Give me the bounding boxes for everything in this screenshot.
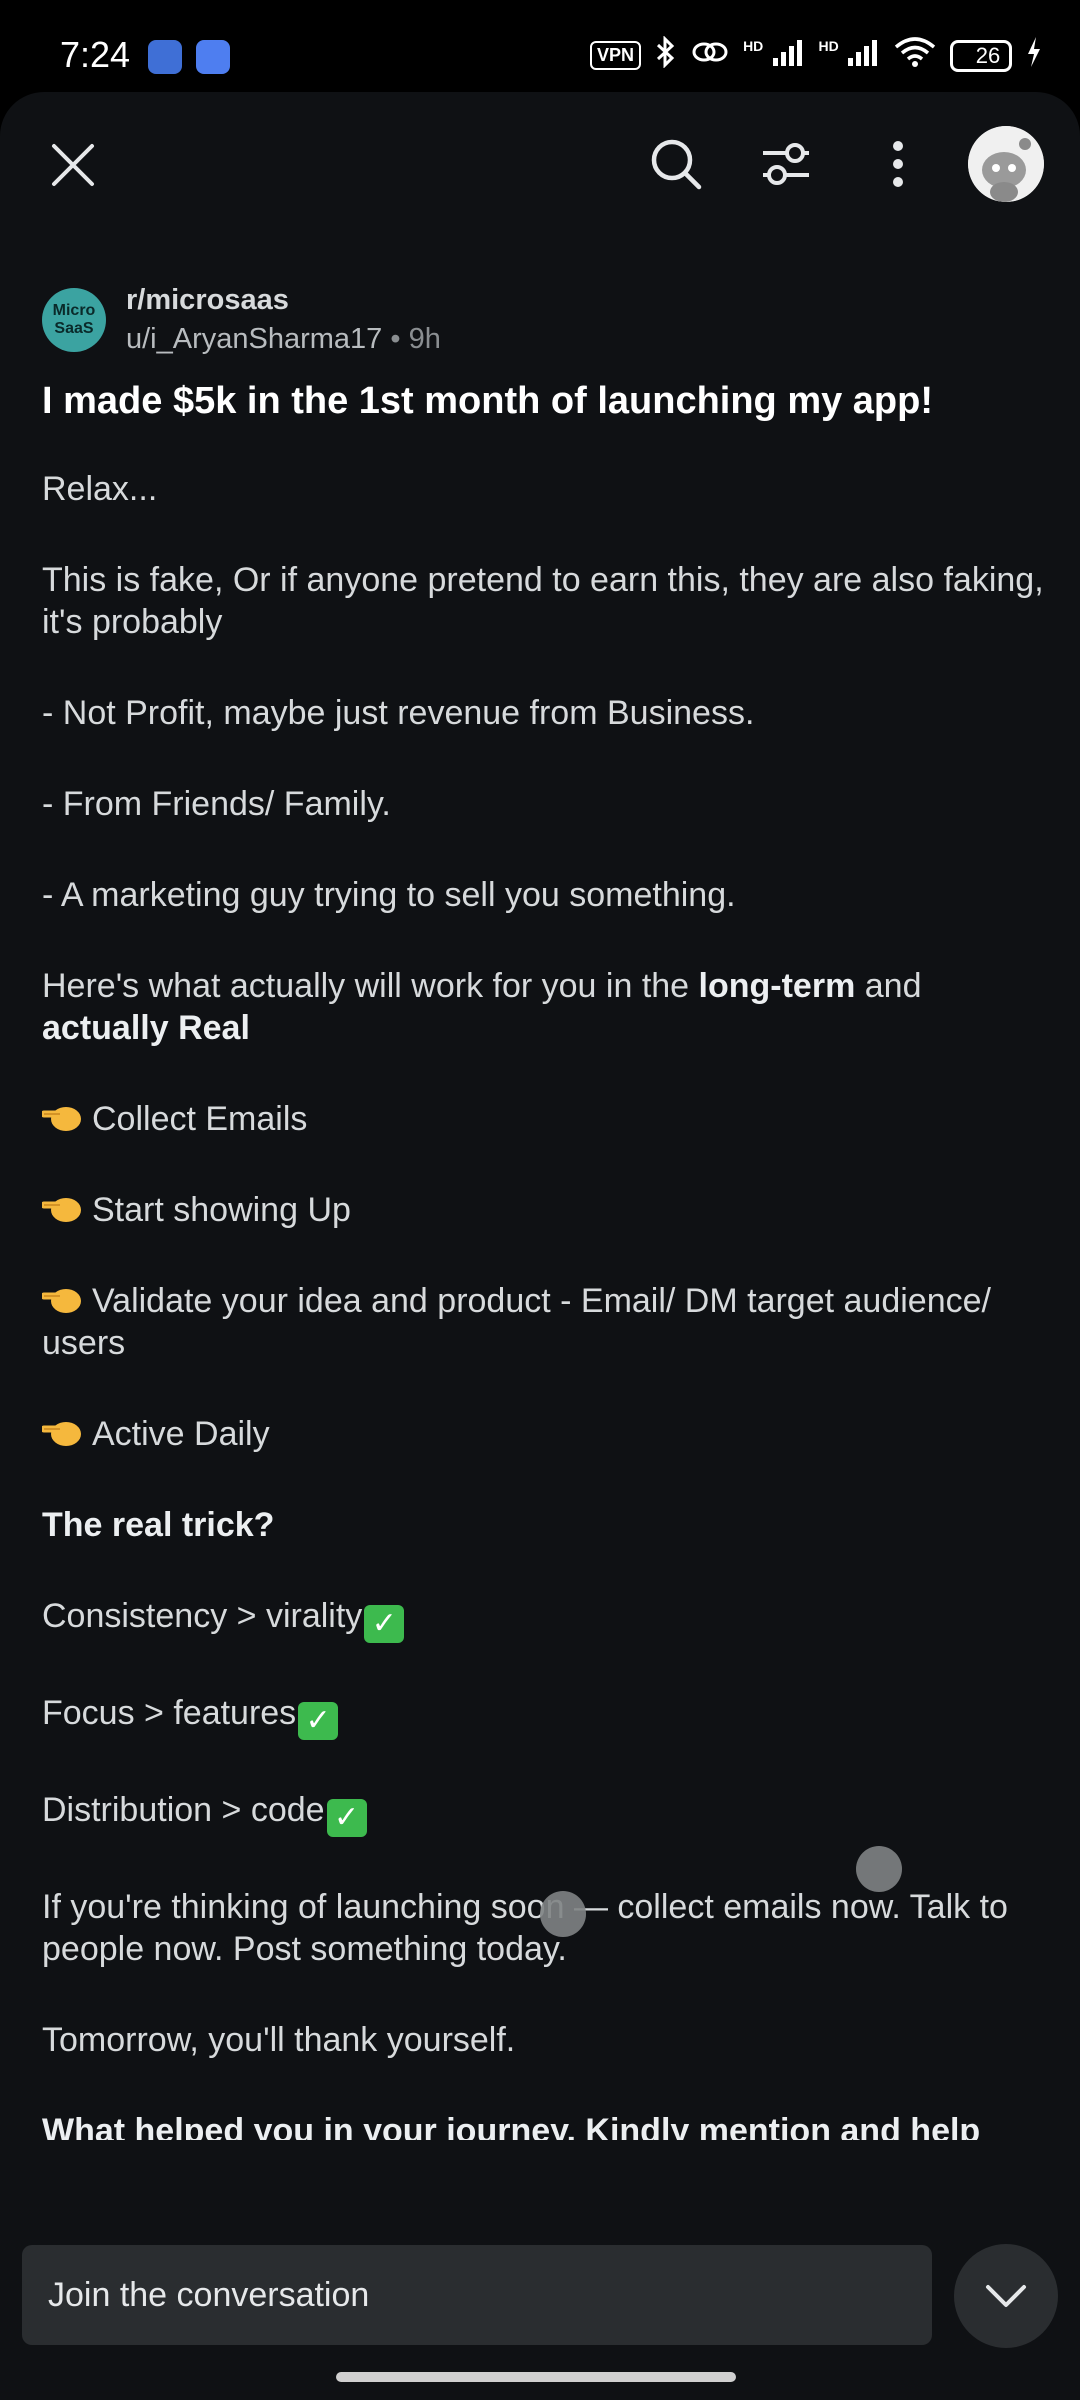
post-title: I made $5k in the 1st month of launching…	[42, 380, 934, 422]
body-paragraph: Tomorrow, you'll thank yourself.	[42, 2021, 516, 2059]
top-bar	[0, 92, 1080, 242]
body-paragraph: The real trick?	[42, 1506, 275, 1544]
community-avatar[interactable]: Micro SaaS	[42, 288, 106, 352]
list-item: Validate your idea and product - Email/ …	[40, 1282, 991, 1362]
list-item: Active Daily	[40, 1413, 1052, 1455]
user-avatar-button[interactable]	[968, 126, 1044, 202]
body-paragraph: Relax...	[42, 470, 158, 508]
body-paragraph: This is fake, Or if anyone pretend to ea…	[42, 561, 1044, 641]
filter-icon	[763, 143, 809, 185]
body-paragraph: Consistency > virality ✓	[42, 1595, 1052, 1643]
meta-separator: •	[382, 323, 409, 355]
search-button[interactable]	[640, 128, 712, 200]
more-options-button[interactable]	[862, 128, 934, 200]
body-paragraph: - Not Profit, maybe just revenue from Bu…	[42, 694, 755, 732]
home-indicator[interactable]	[336, 2372, 736, 2382]
body-paragraph: Focus > features ✓	[42, 1692, 1052, 1740]
charging-icon	[1026, 37, 1042, 74]
battery-icon: 26	[950, 39, 1012, 72]
list-item: Start showing Up	[40, 1189, 1052, 1231]
subreddit-link[interactable]: r/microsaas	[126, 284, 441, 317]
sort-filter-button[interactable]	[750, 128, 822, 200]
post-body: Relax... This is fake, Or if anyone pret…	[40, 468, 1052, 2243]
author-link[interactable]: u/i_AryanSharma17	[126, 323, 382, 355]
wifi-icon	[894, 37, 936, 74]
post-header: Micro SaaS r/microsaas u/i_AryanSharma17…	[42, 280, 441, 360]
body-paragraph: Here's what actually will work for you i…	[42, 967, 922, 1047]
close-icon	[52, 144, 94, 186]
post-time: 9h	[408, 323, 441, 355]
join-conversation-input[interactable]: Join the conversation	[22, 2245, 932, 2345]
signal-icon-2: HD	[819, 38, 880, 73]
status-icons: VPN HD HD 26	[590, 35, 1042, 75]
reddit-snoo-avatar-icon	[968, 126, 1044, 202]
community-avatar-text: SaaS	[54, 320, 94, 337]
post-sheet: Micro SaaS r/microsaas u/i_AryanSharma17…	[0, 92, 1080, 2400]
community-avatar-text: Micro	[52, 302, 96, 319]
touch-indicator	[856, 1846, 902, 1892]
search-icon	[651, 139, 702, 190]
pointing-hand-emoji-icon	[40, 1102, 82, 1134]
bluetooth-icon	[655, 35, 677, 75]
status-time: 7:24	[60, 34, 131, 75]
link-notification-icon	[196, 40, 230, 74]
bottom-bar: Join the conversation	[0, 2140, 1080, 2400]
list-item: Collect Emails	[40, 1098, 1052, 1140]
check-mark-emoji-icon: ✓	[326, 1799, 367, 1837]
close-button[interactable]	[40, 132, 106, 198]
collapse-button[interactable]	[954, 2244, 1058, 2348]
vpn-icon: VPN	[590, 41, 642, 70]
check-mark-emoji-icon: ✓	[364, 1605, 405, 1643]
chevron-down-icon	[986, 2285, 1026, 2307]
pointing-hand-emoji-icon	[40, 1193, 82, 1225]
post-meta: u/i_AryanSharma17 • 9h	[126, 323, 441, 356]
check-mark-emoji-icon: ✓	[298, 1702, 339, 1740]
body-paragraph: Distribution > code ✓	[42, 1789, 1052, 1837]
pointing-hand-emoji-icon	[40, 1284, 82, 1316]
link-icon	[691, 39, 729, 72]
status-bar: 7:24 VPN HD HD 26	[0, 0, 1080, 92]
body-paragraph: - A marketing guy trying to sell you som…	[42, 876, 736, 914]
signal-icon-1: HD	[743, 38, 804, 73]
more-vertical-icon	[893, 141, 903, 187]
app-notification-icon	[148, 40, 182, 74]
body-paragraph: - From Friends/ Family.	[42, 785, 391, 823]
pointing-hand-emoji-icon	[40, 1417, 82, 1449]
touch-indicator	[540, 1891, 586, 1937]
